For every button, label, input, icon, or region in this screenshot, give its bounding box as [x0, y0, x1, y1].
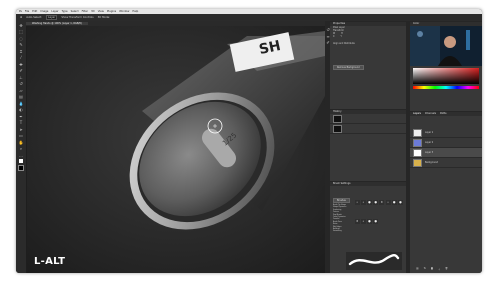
history-step[interactable] [330, 114, 406, 124]
dodge-tool-icon[interactable]: ◐ [18, 107, 24, 112]
brush-tip[interactable]: ● [366, 200, 372, 205]
x-label: X [333, 35, 335, 38]
auto-select-label: Auto-Select: [26, 16, 43, 19]
brush-tip[interactable]: • [385, 200, 391, 205]
brush-tip[interactable]: ● [391, 200, 397, 205]
history-brush-tool-icon[interactable]: ↺ [18, 81, 24, 86]
properties-panel: Properties Pixel Layer Transform W H X Y… [330, 21, 406, 110]
layer-row[interactable]: Layer 3 [410, 148, 482, 158]
healing-tool-icon[interactable]: ✚ [18, 62, 24, 67]
key-overlay-label: L-ALT [34, 256, 66, 267]
brush-tip[interactable]: • [360, 200, 366, 205]
history-step[interactable] [330, 124, 406, 134]
photoshop-window: Ps File Edit Image Layer Type Select Fil… [16, 9, 482, 273]
delete-layer-icon[interactable]: 🗑 [445, 267, 448, 271]
clone-stamp-tool-icon[interactable]: ⊥ [18, 75, 24, 80]
shape-tool-icon[interactable]: ▭ [18, 133, 24, 138]
align-distribute-label: Align and Distribute [333, 42, 355, 45]
layer-name: Layer 2 [425, 141, 434, 144]
layer-name: Background [425, 161, 439, 164]
can-photo: 1/25 [27, 26, 325, 273]
blur-tool-icon[interactable]: 💧 [18, 101, 24, 106]
brush-tip[interactable]: • [354, 200, 360, 205]
document-tab[interactable]: Washing Hands @ 100% (Layer 1, RGB/8) [26, 22, 88, 25]
more-tools-icon[interactable]: … [18, 153, 24, 158]
new-layer-icon[interactable]: ＋ [438, 267, 440, 271]
layer-style-icon[interactable]: fx [424, 267, 426, 271]
y-label: Y [340, 35, 342, 38]
tab-paths[interactable]: Paths [440, 112, 447, 116]
brush-tip[interactable]: ● [397, 200, 403, 205]
lasso-tool-icon[interactable]: ◌ [18, 36, 24, 41]
layer-name: Layer 3 [425, 151, 434, 154]
add-mask-icon[interactable]: ◙ [431, 267, 433, 271]
remove-background-button[interactable]: Remove Background [333, 65, 364, 70]
brush-tip[interactable]: ● [366, 219, 372, 224]
brush-tip[interactable]: ● [373, 219, 379, 224]
layer-row[interactable]: Layer 2 [410, 138, 482, 148]
marquee-tool-icon[interactable]: ⬚ [18, 29, 24, 34]
brush-tool-icon[interactable]: ✐ [18, 68, 24, 73]
brush-tip[interactable]: • [360, 219, 366, 224]
crop-tool-icon[interactable]: ⌗ [18, 49, 24, 54]
auto-select-dropdown[interactable]: Layer [46, 15, 58, 20]
layer-name: Layer 1 [425, 131, 434, 134]
image-canvas[interactable]: 1/25 L-ALT SH [27, 26, 325, 273]
hand-tool-icon[interactable]: ✋ [18, 140, 24, 145]
3d-mode-label: 3D Mode: [97, 16, 111, 19]
brush-tip-grid: • • ● ● ✶ • ● ●✶ • ● ● [354, 186, 406, 234]
webcam-overlay [410, 26, 482, 66]
tools-panel: ✥ ⬚ ◌ ✎ ⌗ ⁄ ✚ ✐ ⊥ ↺ ▱ ▤ 💧 ◐ ✒ T ➤ ▭ ✋ ⌕ … [16, 21, 27, 273]
layer-actions: ⛓ fx ◙ ＋ 🗑 [416, 267, 448, 271]
pen-tool-icon[interactable]: ✒ [18, 114, 24, 119]
move-tool-icon[interactable]: ✥ [18, 23, 24, 28]
brush-settings-panel: Brush Settings Brushes Brush Tip Shape S… [330, 181, 406, 273]
brush-tip[interactable]: ✶ [379, 200, 385, 205]
foreground-color-swatch[interactable] [19, 159, 23, 163]
brush-stroke-preview [346, 252, 402, 270]
hue-slider[interactable] [413, 86, 479, 89]
brush-tip[interactable]: ● [373, 200, 379, 205]
history-panel: History [330, 109, 406, 182]
move-tool-icon[interactable]: ✥ [20, 16, 22, 19]
eyedropper-tool-icon[interactable]: ⁄ [18, 55, 24, 60]
quick-select-tool-icon[interactable]: ✎ [18, 42, 24, 47]
color-picker[interactable] [413, 68, 479, 84]
show-transform-checkbox[interactable]: Show Transform Controls [61, 16, 93, 19]
brush-option[interactable]: Smoothing [330, 231, 354, 233]
eraser-tool-icon[interactable]: ▱ [18, 88, 24, 93]
type-tool-icon[interactable]: T [18, 120, 24, 125]
layers-panel: Layers Channels Paths Layer 1 Layer 2 La… [410, 111, 482, 273]
link-layers-icon[interactable]: ⛓ [416, 267, 419, 271]
path-select-tool-icon[interactable]: ➤ [18, 127, 24, 132]
color-panel: Color [410, 21, 482, 112]
tab-channels[interactable]: Channels [425, 112, 436, 116]
background-color-swatch[interactable] [18, 164, 24, 171]
gradient-tool-icon[interactable]: ▤ [18, 94, 24, 99]
layer-row[interactable]: Layer 1 [410, 128, 482, 138]
brush-tip[interactable]: ✶ [354, 219, 360, 224]
zoom-tool-icon[interactable]: ⌕ [18, 146, 24, 151]
tab-layers[interactable]: Layers [413, 112, 421, 116]
brushes-button[interactable]: Brushes [333, 198, 350, 203]
layer-filter-row [410, 116, 482, 128]
layer-row[interactable]: Background [410, 158, 482, 168]
